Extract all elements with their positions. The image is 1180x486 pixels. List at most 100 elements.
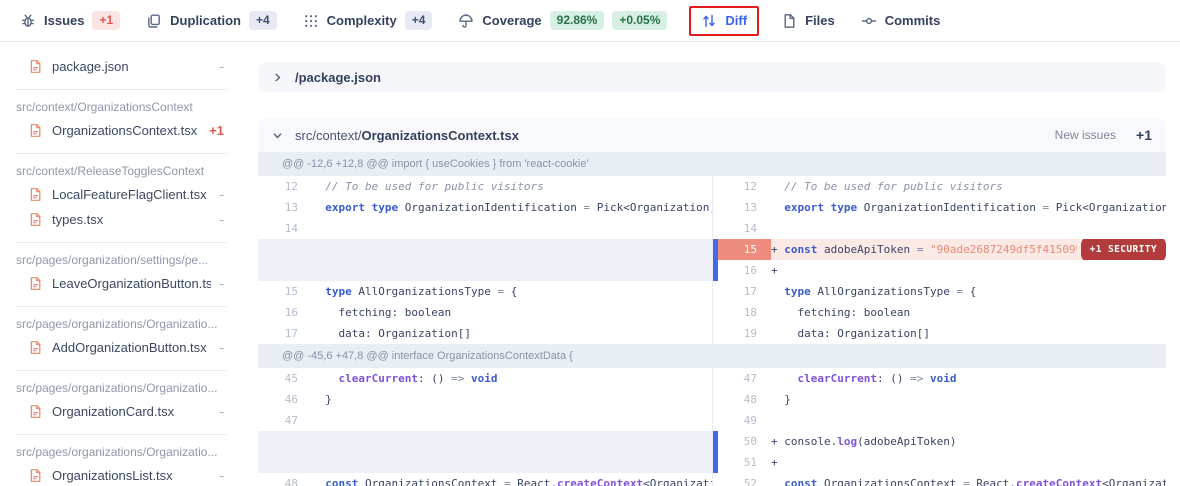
sidebar-file-localfeatureflagclient-tsx[interactable]: LocalFeatureFlagClient.tsx- <box>16 182 228 207</box>
file-modified-icon <box>28 276 43 291</box>
tab-coverage[interactable]: Coverage92.86%+0.05% <box>458 11 667 30</box>
code-line: } <box>312 389 712 410</box>
code-text: + console.log(adobeApiToken) <box>771 431 956 452</box>
line-number: 16 <box>713 260 771 281</box>
code-line: const OrganizationsContext = React.creat… <box>771 473 1166 486</box>
diff-left-cell: 45 clearCurrent: () => void <box>258 368 712 389</box>
file-modified-icon <box>28 59 43 74</box>
code-text: } <box>771 389 791 410</box>
sidebar-file-addorganizationbutton-tsx[interactable]: AddOrganizationButton.tsx- <box>16 335 228 360</box>
diff-right-cell: 18 fetching: boolean <box>712 302 1166 323</box>
line-number: 47 <box>713 368 771 389</box>
group-divider <box>16 370 226 371</box>
tab-badge: +1 <box>92 11 120 30</box>
line-number: 13 <box>713 197 771 218</box>
diff-left-cell: 14 <box>258 218 712 239</box>
code-line: + console.log(adobeApiToken) <box>771 431 1166 452</box>
file-modified-icon <box>28 187 43 202</box>
sidebar-file-package-json[interactable]: package.json- <box>16 54 228 79</box>
diff-right-cell: 16+ <box>712 260 1166 281</box>
sidebar-file-types-tsx[interactable]: types.tsx- <box>16 207 228 232</box>
diff-right-cell: 15+ const adobeApiToken = "90ade2687249d… <box>712 239 1166 260</box>
code-text: data: Organization[] <box>771 323 930 344</box>
tab-badge: +4 <box>249 11 277 30</box>
code-text: export type OrganizationIdentification =… <box>771 197 1166 218</box>
code-text: + <box>771 260 778 281</box>
new-issues-label: New issues <box>1055 128 1116 142</box>
diff-right-cell: 19 data: Organization[] <box>712 323 1166 344</box>
line-number: 46 <box>258 389 312 410</box>
diff-row: 15 type AllOrganizationsType = {17 type … <box>258 281 1166 302</box>
diff-left-cell: 17 data: Organization[] <box>258 323 712 344</box>
diff-row: 16 fetching: boolean18 fetching: boolean <box>258 302 1166 323</box>
diff-left-cell: 46 } <box>258 389 712 410</box>
file-name: package.json <box>52 59 211 74</box>
chevron-right-icon[interactable] <box>272 72 283 83</box>
sidebar-file-organizationslist-tsx[interactable]: OrganizationsList.tsx- <box>16 463 228 486</box>
diff-right-cell: 47 clearCurrent: () => void <box>712 368 1166 389</box>
diff-left-cell: 16 fetching: boolean <box>258 302 712 323</box>
file-name: OrganizationsContext.tsx <box>52 123 200 138</box>
security-issue-badge[interactable]: +1 SECURITY <box>1081 239 1166 260</box>
file-name: AddOrganizationButton.tsx <box>52 340 211 355</box>
file-issue-badge: +1 <box>209 123 224 138</box>
line-number: 16 <box>258 302 312 323</box>
diff-left-cell: 47 <box>258 410 712 431</box>
line-number: 45 <box>258 368 312 389</box>
code-line: clearCurrent: () => void <box>312 368 712 389</box>
file-name: LocalFeatureFlagClient.tsx <box>52 187 211 202</box>
sidebar-file-organizationcard-tsx[interactable]: OrganizationCard.tsx- <box>16 399 228 424</box>
file-group-header: src/pages/organizations/Organizatio... <box>16 381 228 395</box>
file-name: OrganizationsList.tsx <box>52 468 211 483</box>
diff-row: 51+ <box>258 452 1166 473</box>
code-line: data: Organization[] <box>771 323 1166 344</box>
code-line: // To be used for public visitors <box>312 176 712 197</box>
code-text: clearCurrent: () => void <box>771 368 956 389</box>
tab-issues[interactable]: Issues+1 <box>20 11 120 30</box>
file-name: OrganizationCard.tsx <box>52 404 211 419</box>
tab-complexity[interactable]: Complexity+4 <box>303 11 433 30</box>
code-text: + const adobeApiToken = "90ade2687249df5… <box>771 239 1077 260</box>
file-name: LeaveOrganizationButton.tsx <box>52 276 211 291</box>
diff-left-cell <box>258 452 712 473</box>
collapsed-file-bar[interactable]: /package.json <box>258 62 1166 92</box>
complexity-icon <box>303 13 319 29</box>
diff-right-cell: 48 } <box>712 389 1166 410</box>
tab-duplication[interactable]: Duplication+4 <box>146 11 276 30</box>
files-icon <box>781 13 797 29</box>
line-number: 19 <box>713 323 771 344</box>
code-text: clearCurrent: () => void <box>312 368 497 389</box>
code-text: export type OrganizationIdentification =… <box>312 197 712 218</box>
file-issue-badge: - <box>220 468 224 483</box>
tab-label: Coverage <box>482 13 541 28</box>
line-number: 51 <box>713 452 771 473</box>
duplication-icon <box>146 13 162 29</box>
line-number: 14 <box>258 218 312 239</box>
file-issue-badge: - <box>220 276 224 291</box>
sidebar-file-leaveorganizationbutton-tsx[interactable]: LeaveOrganizationButton.tsx- <box>16 271 228 296</box>
file-name: types.tsx <box>52 212 211 227</box>
code-text: } <box>312 389 332 410</box>
diff-row: 12 // To be used for public visitors12 /… <box>258 176 1166 197</box>
code-line: + <box>771 452 1166 473</box>
hunk-header: @@ -45,6 +47,8 @@ interface Organization… <box>258 344 1166 368</box>
tab-commits[interactable]: Commits <box>861 13 941 29</box>
tab-files[interactable]: Files <box>781 13 835 29</box>
commits-icon <box>861 13 877 29</box>
file-group-header: src/context/ReleaseTogglesContext <box>16 164 228 178</box>
file-issue-badge: - <box>220 59 224 74</box>
code-line: // To be used for public visitors <box>771 176 1166 197</box>
line-number: 12 <box>258 176 312 197</box>
coverage-icon <box>458 13 474 29</box>
code-line <box>771 218 1166 239</box>
chevron-down-icon[interactable] <box>272 130 283 141</box>
diff-panel-header[interactable]: src/context/OrganizationsContext.tsx New… <box>258 118 1166 152</box>
diff-right-cell: 49 <box>712 410 1166 431</box>
group-divider <box>16 306 226 307</box>
tab-badge: +4 <box>405 11 433 30</box>
sidebar-file-organizationscontext-tsx[interactable]: OrganizationsContext.tsx +1 <box>16 118 228 143</box>
tab-diff[interactable]: Diff <box>689 6 759 36</box>
diff-file-path: src/context/OrganizationsContext.tsx <box>295 128 519 143</box>
code-text: fetching: boolean <box>771 302 910 323</box>
tab-badge: +0.05% <box>612 11 667 30</box>
